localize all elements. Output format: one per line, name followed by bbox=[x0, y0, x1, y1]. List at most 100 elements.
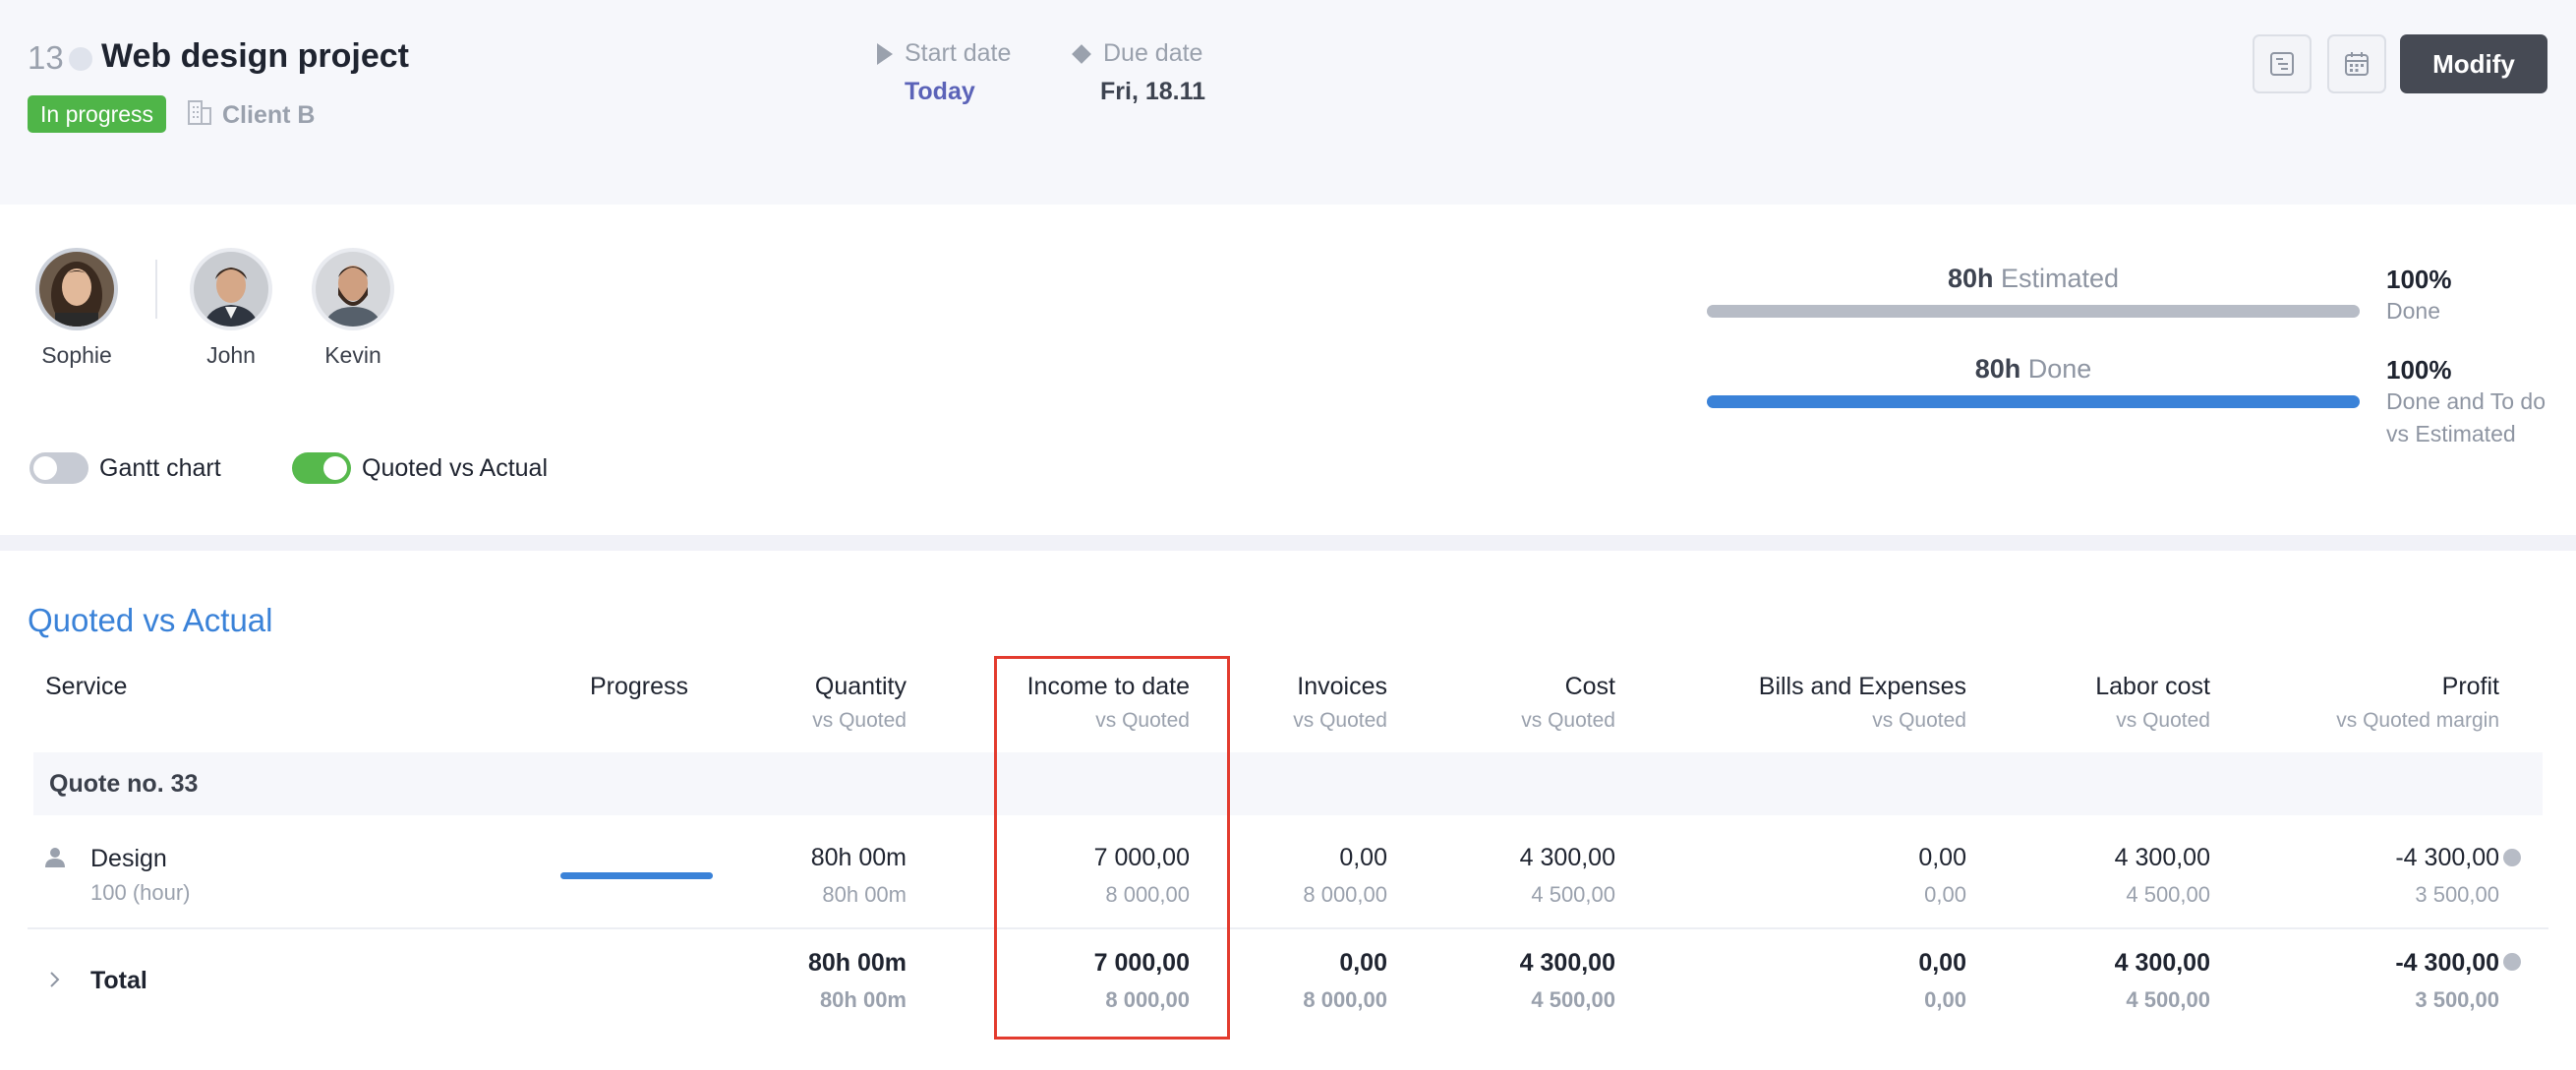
total-labor-quoted: 4 500,00 bbox=[2126, 987, 2210, 1012]
total-labor: 4 300,00 4 500,00 bbox=[2014, 949, 2210, 1013]
header-profit-label: Profit bbox=[2441, 673, 2499, 700]
team-member-john[interactable]: John bbox=[177, 248, 285, 369]
report-button[interactable] bbox=[2253, 34, 2312, 93]
row-cost-quoted: 4 500,00 bbox=[1531, 882, 1615, 907]
header-labor-label: Labor cost bbox=[2095, 673, 2210, 700]
header-quantity-sub: vs Quoted bbox=[812, 709, 907, 732]
total-labor-value: 4 300,00 bbox=[2114, 949, 2210, 977]
person-icon bbox=[45, 848, 65, 867]
done-todo-label-1: Done and To do bbox=[2386, 388, 2546, 414]
total-cost: 4 300,00 4 500,00 bbox=[1419, 949, 1615, 1013]
row-profit-value: -4 300,00 bbox=[2395, 844, 2499, 871]
toggle-knob bbox=[323, 456, 347, 480]
header-quantity[interactable]: Quantity vs Quoted bbox=[710, 673, 907, 733]
done-progress-bar bbox=[1707, 395, 2360, 408]
calendar-button[interactable] bbox=[2327, 34, 2386, 93]
service-progress-bar bbox=[560, 872, 713, 879]
row-bills-quoted: 0,00 bbox=[1924, 882, 1966, 907]
row-bills: 0,00 0,00 bbox=[1671, 844, 1966, 908]
report-icon bbox=[2270, 52, 2294, 76]
team-member-name: Kevin bbox=[324, 342, 381, 368]
quoted-vs-actual-toggle[interactable] bbox=[292, 452, 351, 484]
total-profit: -4 300,00 3 500,00 bbox=[2204, 949, 2499, 1013]
estimated-progress-fill bbox=[1707, 305, 2360, 318]
header-bills-sub: vs Quoted bbox=[1872, 709, 1966, 732]
estimated-hours: 80h bbox=[1947, 264, 1994, 293]
service-name[interactable]: Design bbox=[90, 845, 167, 873]
total-profit-quoted: 3 500,00 bbox=[2415, 987, 2499, 1012]
due-date-value: Fri, 18.11 bbox=[1100, 78, 1206, 105]
header-cost[interactable]: Cost vs Quoted bbox=[1419, 673, 1615, 733]
income-column-highlight bbox=[994, 656, 1230, 1040]
header-progress[interactable]: Progress bbox=[521, 673, 688, 701]
header-labor-sub: vs Quoted bbox=[2116, 709, 2210, 732]
project-color-dot bbox=[69, 47, 92, 71]
quoted-vs-actual-toggle-label[interactable]: Quoted vs Actual bbox=[362, 454, 548, 483]
client-link[interactable]: Client B bbox=[222, 101, 315, 130]
header-progress-label: Progress bbox=[589, 673, 688, 700]
team-member-sophie[interactable]: Sophie bbox=[23, 248, 131, 369]
team-member-kevin[interactable]: Kevin bbox=[299, 248, 407, 369]
estimated-summary: 80h Estimated bbox=[1707, 264, 2360, 294]
project-number: 13 bbox=[28, 39, 64, 76]
due-date: Due date Fri, 18.11 bbox=[1072, 39, 1205, 106]
toggle-knob bbox=[33, 456, 57, 480]
gantt-toggle[interactable] bbox=[29, 452, 88, 484]
header-profit[interactable]: Profit vs Quoted margin bbox=[2204, 673, 2499, 733]
header-profit-sub: vs Quoted margin bbox=[2336, 709, 2499, 732]
row-labor-quoted: 4 500,00 bbox=[2126, 882, 2210, 907]
row-bills-value: 0,00 bbox=[1918, 844, 1966, 871]
done-label: Done bbox=[2027, 354, 2092, 384]
header-service-label: Service bbox=[45, 673, 128, 700]
row-profit-quoted: 3 500,00 bbox=[2415, 882, 2499, 907]
play-icon bbox=[877, 42, 893, 65]
done-hours: 80h bbox=[1974, 354, 2021, 384]
row-quantity: 80h 00m 80h 00m bbox=[710, 844, 907, 908]
avatar bbox=[194, 252, 268, 327]
total-profit-margin-dot bbox=[2503, 953, 2521, 971]
total-bills-value: 0,00 bbox=[1918, 949, 1966, 977]
row-labor-value: 4 300,00 bbox=[2114, 844, 2210, 871]
header-bills[interactable]: Bills and Expenses vs Quoted bbox=[1671, 673, 1966, 733]
team-member-name: Sophie bbox=[41, 342, 112, 368]
total-bills: 0,00 0,00 bbox=[1671, 949, 1966, 1013]
team-divider bbox=[155, 260, 157, 319]
header-labor[interactable]: Labor cost vs Quoted bbox=[2014, 673, 2210, 733]
avatar bbox=[316, 252, 390, 327]
section-title: Quoted vs Actual bbox=[28, 602, 273, 638]
done-todo-label-2: vs Estimated bbox=[2386, 421, 2516, 446]
quote-group-row bbox=[33, 752, 2543, 815]
building-icon bbox=[188, 100, 211, 125]
start-date-value: Today bbox=[905, 78, 975, 105]
profit-margin-dot bbox=[2503, 849, 2521, 866]
start-date-label: Start date bbox=[905, 39, 1012, 67]
row-cost: 4 300,00 4 500,00 bbox=[1419, 844, 1615, 908]
total-profit-value: -4 300,00 bbox=[2395, 949, 2499, 977]
start-date: Start date Today bbox=[877, 39, 1011, 106]
total-quantity: 80h 00m 80h 00m bbox=[710, 949, 907, 1013]
status-badge[interactable]: In progress bbox=[28, 95, 167, 133]
row-profit: -4 300,00 3 500,00 bbox=[2204, 844, 2499, 908]
row-labor: 4 300,00 4 500,00 bbox=[2014, 844, 2210, 908]
total-label[interactable]: Total bbox=[90, 967, 147, 995]
team-member-name: John bbox=[206, 342, 256, 368]
header-service[interactable]: Service bbox=[45, 673, 127, 701]
header-quantity-label: Quantity bbox=[814, 673, 907, 700]
done-percent-label: Done bbox=[2386, 298, 2440, 324]
estimated-progress-bar bbox=[1707, 305, 2360, 318]
header-bills-label: Bills and Expenses bbox=[1758, 673, 1966, 700]
done-todo-percent: 100% bbox=[2386, 355, 2452, 385]
modify-button[interactable]: Modify bbox=[2400, 34, 2547, 93]
total-quantity-value: 80h 00m bbox=[807, 949, 907, 977]
row-quantity-value: 80h 00m bbox=[810, 844, 907, 871]
header-cost-sub: vs Quoted bbox=[1521, 709, 1615, 732]
chevron-right-icon[interactable] bbox=[45, 968, 65, 991]
quote-group-label[interactable]: Quote no. 33 bbox=[49, 770, 198, 799]
section-divider bbox=[0, 535, 2576, 551]
total-cost-quoted: 4 500,00 bbox=[1531, 987, 1615, 1012]
done-percent: 100% bbox=[2386, 265, 2452, 294]
diamond-icon bbox=[1072, 43, 1091, 64]
gantt-toggle-label[interactable]: Gantt chart bbox=[99, 454, 221, 483]
due-date-label: Due date bbox=[1103, 39, 1203, 67]
row-divider bbox=[28, 927, 2548, 929]
